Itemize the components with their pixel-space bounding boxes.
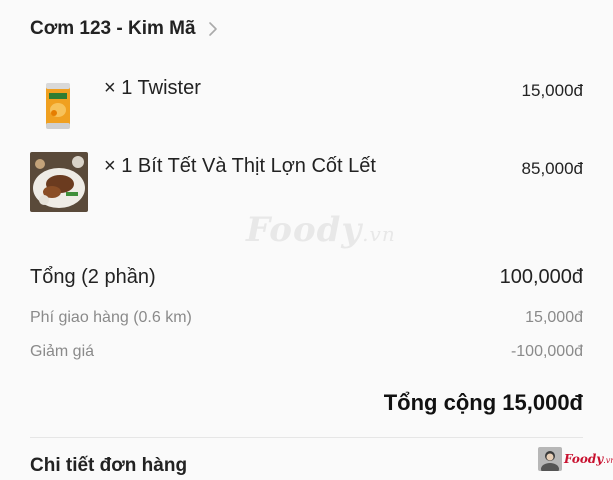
corner-brand: Foody.vn [564,452,613,466]
item-price: 15,000đ [521,81,583,100]
grand-total: Tổng cộng 15,000đ [383,390,583,415]
subtotal-label: Tổng (2 phần) [30,266,156,288]
item-name: × 1 Twister [104,77,201,99]
subtotal-row: Tổng (2 phần) 100,000đ [30,266,583,289]
orange-juice-can-image [40,80,76,132]
foody-watermark: Foody.vn [246,210,396,250]
order-details-heading: Chi tiết đơn hàng [30,455,188,476]
discount-label: Giảm giá [30,343,95,360]
avatar [538,447,562,471]
delivery-fee-value: 15,000đ [525,309,583,326]
divider [30,437,583,438]
delivery-fee-label: Phí giao hàng (0.6 km) [30,309,192,326]
order-item: × 1 Bít Tết Và Thịt Lợn Cốt Lết 85,000đ [0,150,613,214]
order-item: × 1 Twister 15,000đ [0,72,613,132]
corner-brand-suffix: .vn [603,456,613,465]
delivery-fee-row: Phí giao hàng (0.6 km) 15,000đ [30,309,583,327]
item-price: 85,000đ [521,159,583,178]
corner-brand-name: Foody [564,452,604,466]
discount-value: -100,000đ [510,343,583,360]
item-name: × 1 Bít Tết Và Thịt Lợn Cốt Lết [104,155,376,177]
subtotal-value: 100,000đ [499,266,583,288]
watermark-brand: Foody [246,210,363,250]
discount-row: Giảm giá -100,000đ [30,343,583,361]
watermark-suffix: .vn [362,222,396,246]
foody-corner-badge: Foody.vn [538,447,613,471]
steak-plate-image [30,152,88,212]
restaurant-header-link[interactable]: Cơm 123 - Kim Mã [30,14,218,44]
chevron-right-icon [208,21,218,37]
restaurant-name: Cơm 123 - Kim Mã [30,18,196,39]
